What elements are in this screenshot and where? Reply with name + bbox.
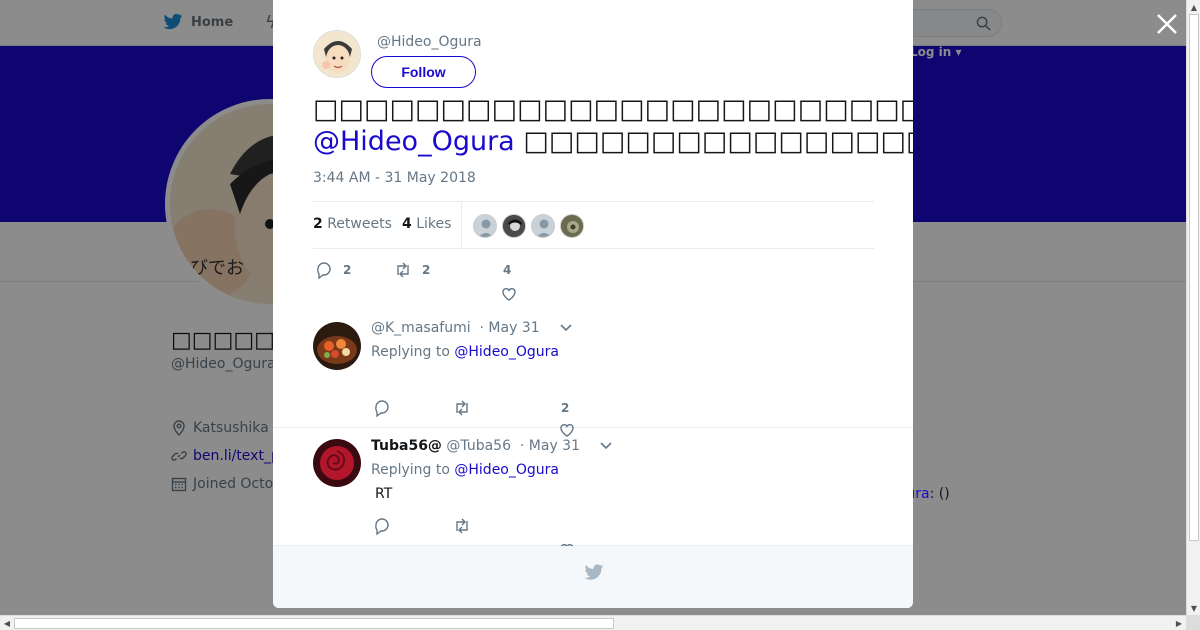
- retweet-count: 2: [422, 263, 431, 277]
- like-count: 4: [503, 263, 512, 277]
- liker-avatar[interactable]: [502, 214, 526, 238]
- liker-avatar[interactable]: [560, 214, 584, 238]
- tweet-mention[interactable]: @Hideo_Ogura: [313, 126, 515, 157]
- replying-to: Replying to @Hideo_Ogura: [371, 344, 559, 360]
- heart-icon: [502, 288, 516, 301]
- scroll-left-arrow[interactable]: ◀: [0, 616, 14, 630]
- tweet-timestamp[interactable]: 3:44 AM - 31 May 2018: [313, 170, 476, 186]
- scroll-down-arrow[interactable]: ▼: [1187, 601, 1200, 615]
- likes-stat[interactable]: 4 Likes: [402, 216, 451, 232]
- retweet-icon: [456, 400, 468, 416]
- like-action[interactable]: [500, 285, 518, 303]
- tweet-author-avatar[interactable]: [313, 30, 361, 78]
- reply-tweet[interactable]: @K_masafumi · May 31 Replying to @Hideo_…: [273, 309, 913, 437]
- vertical-scrollbar[interactable]: ▲ ▼: [1186, 0, 1200, 615]
- twitter-bird-icon: [584, 564, 604, 580]
- retweet-action[interactable]: 2: [394, 261, 430, 279]
- scroll-up-arrow[interactable]: ▲: [1187, 0, 1200, 14]
- reply-count: 2: [343, 263, 352, 277]
- reply-icon: [375, 518, 389, 535]
- reply-date[interactable]: · May 31: [520, 438, 580, 454]
- close-button[interactable]: [1153, 10, 1181, 38]
- reply-action[interactable]: [373, 399, 391, 417]
- replying-to-mention[interactable]: @Hideo_Ogura: [454, 344, 559, 360]
- horizontal-scroll-thumb[interactable]: [14, 618, 614, 629]
- scrollbar-corner: [1186, 615, 1200, 630]
- stats-divider: [461, 202, 462, 248]
- follow-button[interactable]: Follow: [371, 56, 476, 88]
- scroll-right-arrow[interactable]: ▶: [1172, 616, 1186, 630]
- tweet-text-line1: □□□□□□□□□□□□□□□□□□□□□□□□□□□□□□□□□□□□□□□□…: [313, 94, 913, 125]
- tweet-modal: @Hideo_Ogura Follow □□□□□□□□□□□□□□□□□□□□…: [273, 0, 913, 608]
- chevron-down-icon[interactable]: [560, 320, 572, 336]
- retweet-action[interactable]: [453, 517, 471, 535]
- reply-author-avatar[interactable]: [313, 439, 361, 487]
- reply-action[interactable]: 2: [315, 261, 351, 279]
- reply-handle[interactable]: @K_masafumi: [371, 320, 471, 336]
- replying-to-mention[interactable]: @Hideo_Ogura: [454, 462, 559, 478]
- tweet-text: □□□□□□□□□□□□□□□□□□□□□□□□□□□□□□□□□□□□□□□□…: [313, 94, 913, 158]
- reply-handle[interactable]: @Tuba56: [446, 438, 511, 454]
- reply-body: RT: [375, 486, 393, 502]
- replying-to: Replying to @Hideo_Ogura: [371, 462, 559, 478]
- tweet-stats: 2 Retweets 4 Likes: [313, 201, 874, 249]
- close-icon: [1157, 14, 1177, 34]
- retweet-action[interactable]: [453, 399, 471, 417]
- reply-author-avatar[interactable]: [313, 322, 361, 370]
- reply-like-count: 2: [561, 401, 570, 415]
- liker-avatar[interactable]: [531, 214, 555, 238]
- reply-icon: [375, 400, 389, 417]
- chevron-down-icon[interactable]: [600, 438, 613, 454]
- retweet-icon: [456, 518, 468, 534]
- reply-header: @K_masafumi · May 31: [371, 320, 572, 336]
- tweet-text-line2: □□□□□□□□□□□□□□□□□□: [523, 126, 913, 157]
- reply-tweet[interactable]: Tuba56@ @Tuba56 · May 31 Replying to @Hi…: [273, 428, 913, 557]
- reply-icon: [317, 262, 331, 279]
- retweet-icon: [397, 262, 409, 278]
- tweet-author-handle[interactable]: @Hideo_Ogura: [377, 34, 482, 50]
- reply-display-name[interactable]: Tuba56@: [371, 438, 442, 454]
- modal-footer: [273, 546, 913, 608]
- reply-date[interactable]: · May 31: [480, 320, 540, 336]
- retweets-stat[interactable]: 2 Retweets: [313, 216, 392, 232]
- horizontal-scrollbar[interactable]: ◀ ▶: [0, 615, 1186, 630]
- reply-header: Tuba56@ @Tuba56 · May 31: [371, 438, 613, 454]
- liker-avatar[interactable]: [473, 214, 497, 238]
- vertical-scroll-thumb[interactable]: [1189, 14, 1199, 541]
- reply-action[interactable]: [373, 517, 391, 535]
